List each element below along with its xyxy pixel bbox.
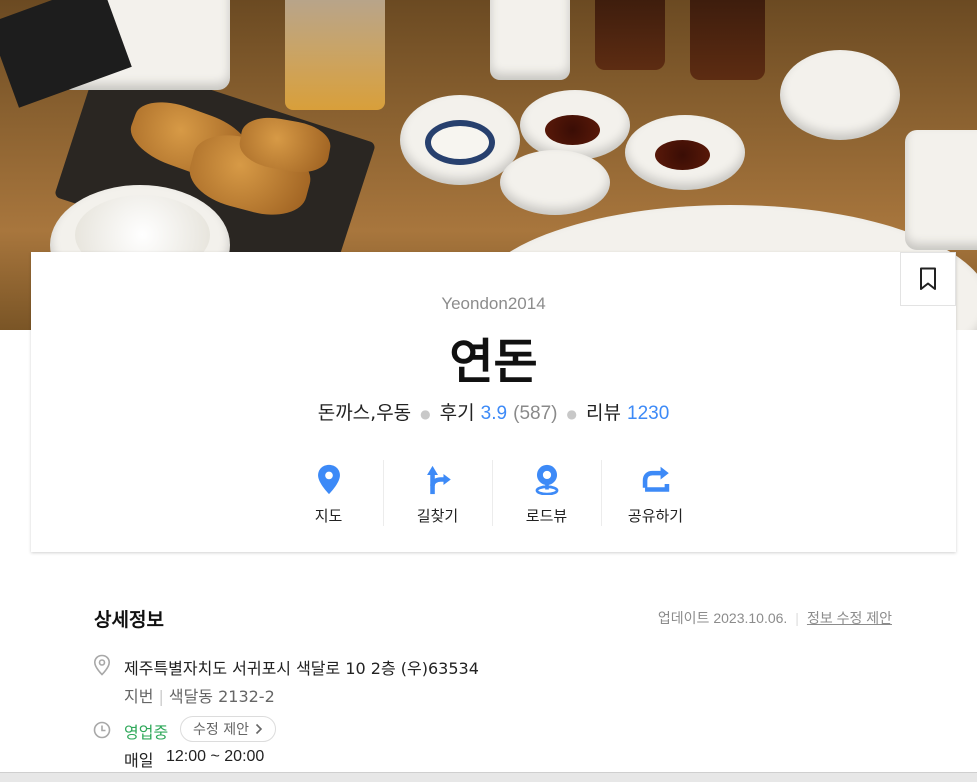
meta-separator: ● — [420, 406, 431, 421]
place-meta: 돈까스,우동 ● 후기 3.9 (587) ● 리뷰 1230 — [31, 398, 956, 425]
review-label: 후기 — [439, 402, 475, 424]
meta-separator: ● — [566, 406, 577, 421]
share-icon — [642, 466, 669, 492]
clock-icon — [93, 721, 111, 739]
map-button[interactable]: 지도 — [274, 458, 383, 526]
directions-button-label: 길찾기 — [416, 507, 459, 525]
blog-review-label: 리뷰 — [585, 402, 621, 424]
bottom-scroll-bar[interactable] — [0, 772, 977, 782]
bookmark-icon — [920, 267, 936, 290]
rating-count[interactable]: (587) — [513, 403, 557, 424]
share-button[interactable]: 공유하기 — [601, 458, 710, 526]
address-text: 제주특별자치도 서귀포시 색달로 10 2층 (우)63534 — [124, 659, 479, 678]
update-separator: | — [795, 610, 799, 626]
blog-review-count[interactable]: 1230 — [627, 403, 669, 424]
jibun-separator: | — [158, 687, 164, 706]
share-button-label: 공유하기 — [627, 507, 684, 525]
map-button-label: 지도 — [314, 507, 343, 525]
directions-button[interactable]: 길찾기 — [383, 458, 492, 526]
roadview-button[interactable]: 로드뷰 — [492, 458, 601, 526]
location-icon — [93, 654, 111, 676]
update-date: 업데이트 2023.10.06. — [657, 610, 788, 626]
update-info: 업데이트 2023.10.06. | 정보 수정 제안 — [658, 608, 892, 628]
place-title: 연돈 — [449, 334, 538, 390]
jibun-value: 색달동 2132-2 — [168, 687, 275, 706]
open-status: 영업중 — [124, 723, 169, 742]
place-info-card: Yeondon2014 연돈 돈까스,우동 ● 후기 3.9 (587) ● 리뷰 12… — [31, 252, 956, 552]
place-category: 돈까스,우동 — [317, 402, 412, 424]
hours-suggest-edit-chip[interactable]: 수정 제안 — [180, 716, 276, 742]
place-english-name: Yeondon2014 — [441, 294, 546, 313]
hours-time: 12:00 ~ 20:00 — [166, 748, 265, 765]
map-pin-icon — [317, 464, 340, 495]
rating-value[interactable]: 3.9 — [481, 403, 507, 424]
chip-label: 수정 제안 — [193, 722, 249, 738]
detail-section-title: 상세정보 — [94, 609, 164, 631]
jibun-address: 지번 | 색달동 2132-2 — [124, 683, 275, 707]
suggest-edit-link[interactable]: 정보 수정 제안 — [807, 610, 892, 626]
action-bar: 지도 길찾기 로드뷰 공유하기 — [274, 458, 711, 526]
hours-day: 매일 — [124, 751, 154, 770]
jibun-label: 지번 — [124, 687, 154, 706]
chevron-right-icon — [255, 723, 263, 735]
roadview-button-label: 로드뷰 — [525, 507, 568, 525]
roadview-icon — [535, 464, 558, 495]
directions-icon — [426, 465, 451, 495]
